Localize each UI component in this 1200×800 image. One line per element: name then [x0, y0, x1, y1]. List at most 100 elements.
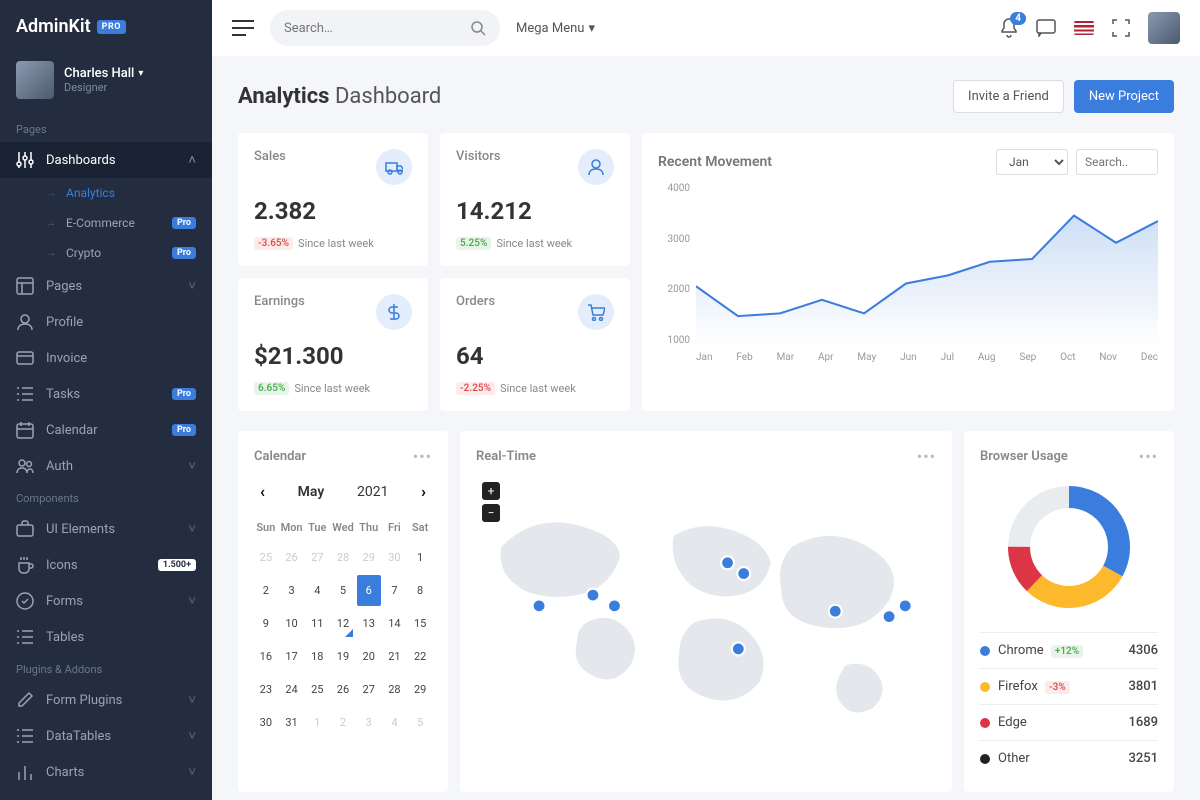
calendar-day[interactable]: 24 — [280, 674, 304, 705]
calendar-day[interactable]: 26 — [280, 542, 304, 573]
calendar-day[interactable]: 7 — [383, 575, 407, 606]
calendar-day[interactable]: 12 — [331, 608, 355, 639]
calendar-day[interactable]: 16 — [254, 641, 278, 672]
sidebar-item-invoice[interactable]: Invoice — [0, 340, 212, 376]
chevron-down-icon: ˅ — [188, 764, 196, 780]
user-avatar[interactable] — [1148, 12, 1180, 44]
calendar-day[interactable]: 28 — [383, 674, 407, 705]
calendar-day[interactable]: 4 — [383, 707, 407, 738]
sidebar-item-calendar[interactable]: CalendarPro — [0, 412, 212, 448]
calendar-icon — [16, 421, 34, 439]
search-input[interactable] — [270, 10, 500, 46]
calendar-day[interactable]: 29 — [357, 542, 381, 573]
calendar-day[interactable]: 2 — [331, 707, 355, 738]
sidebar-item-forms[interactable]: Forms˅ — [0, 583, 212, 619]
calendar-day[interactable]: 1 — [408, 542, 432, 573]
calendar-day[interactable]: 3 — [280, 575, 304, 606]
calendar-day[interactable]: 25 — [254, 542, 278, 573]
sidebar-item-pages[interactable]: Pages˅ — [0, 268, 212, 304]
browser-menu-icon[interactable]: ••• — [1139, 447, 1158, 466]
calendar-day[interactable]: 2 — [254, 575, 278, 606]
fullscreen-button[interactable] — [1112, 19, 1130, 37]
calendar-day[interactable]: 21 — [383, 641, 407, 672]
calendar-day[interactable]: 25 — [305, 674, 329, 705]
sidebar-item-auth[interactable]: Auth˅ — [0, 448, 212, 484]
calendar-day[interactable]: 15 — [408, 608, 432, 639]
world-map[interactable] — [476, 482, 936, 762]
color-dot-icon — [980, 646, 990, 656]
arrow-right-icon: → — [46, 188, 56, 199]
sidebar-subitem-crypto[interactable]: →CryptoPro — [0, 238, 212, 268]
calendar-day[interactable]: 22 — [408, 641, 432, 672]
calendar-day[interactable]: 31 — [280, 707, 304, 738]
calendar-day[interactable]: 28 — [331, 542, 355, 573]
mega-menu[interactable]: Mega Menu ▾ — [516, 21, 595, 36]
sidebar: AdminKit PRO Charles Hall▾ Designer Page… — [0, 0, 212, 800]
calendar-day[interactable]: 13 — [357, 608, 381, 639]
sidebar-item-dashboards[interactable]: Dashboards˄ — [0, 142, 212, 178]
stat-since: Since last week — [298, 237, 374, 250]
sidebar-item-datatables[interactable]: DataTables˅ — [0, 718, 212, 754]
calendar-day[interactable]: 30 — [383, 542, 407, 573]
calendar-day[interactable]: 10 — [280, 608, 304, 639]
truck-icon — [376, 149, 412, 185]
messages-button[interactable] — [1036, 19, 1056, 37]
calendar-day[interactable]: 9 — [254, 608, 278, 639]
calendar-next-button[interactable]: › — [421, 482, 426, 501]
sidebar-item-tables[interactable]: Tables — [0, 619, 212, 655]
browser-pct: +12% — [1051, 645, 1083, 658]
calendar-day[interactable]: 23 — [254, 674, 278, 705]
calendar-day[interactable]: 27 — [357, 674, 381, 705]
calendar-day[interactable]: 26 — [331, 674, 355, 705]
calendar-year: 2021 — [357, 484, 388, 500]
calendar-day[interactable]: 20 — [357, 641, 381, 672]
calendar-day[interactable]: 14 — [383, 608, 407, 639]
hamburger-icon[interactable] — [232, 20, 254, 36]
stat-value: 2.382 — [254, 197, 412, 225]
calendar-day[interactable]: 30 — [254, 707, 278, 738]
calendar-day[interactable]: 19 — [331, 641, 355, 672]
sidebar-item-charts[interactable]: Charts˅ — [0, 754, 212, 790]
sidebar-subitem-analytics[interactable]: →Analytics — [0, 178, 212, 208]
new-project-button[interactable]: New Project — [1074, 80, 1174, 113]
notifications-button[interactable]: 4 — [1000, 18, 1018, 38]
chevron-up-icon: ˄ — [188, 152, 196, 168]
page-header: Analytics Dashboard Invite a Friend New … — [238, 80, 1174, 113]
logo[interactable]: AdminKit PRO — [0, 0, 212, 53]
calendar-day[interactable]: 18 — [305, 641, 329, 672]
calendar-day[interactable]: 5 — [408, 707, 432, 738]
calendar-day[interactable]: 1 — [305, 707, 329, 738]
calendar-day[interactable]: 5 — [331, 575, 355, 606]
calendar-day[interactable]: 6 — [357, 575, 381, 606]
chart-search-input[interactable] — [1076, 149, 1158, 175]
chevron-down-icon: ˅ — [188, 278, 196, 294]
calendar-prev-button[interactable]: ‹ — [260, 482, 265, 501]
chevron-down-icon: ˅ — [188, 728, 196, 744]
invite-friend-button[interactable]: Invite a Friend — [953, 80, 1064, 113]
sidebar-subitem-e-commerce[interactable]: →E-CommercePro — [0, 208, 212, 238]
map-zoom-out-button[interactable]: − — [482, 504, 500, 522]
calendar-dow: Mon — [280, 515, 304, 540]
sidebar-item-ui-elements[interactable]: UI Elements˅ — [0, 511, 212, 547]
sidebar-user[interactable]: Charles Hall▾ Designer — [0, 53, 212, 115]
sidebar-item-profile[interactable]: Profile — [0, 304, 212, 340]
calendar-day[interactable]: 29 — [408, 674, 432, 705]
dollar-icon — [376, 294, 412, 330]
sidebar-item-tasks[interactable]: TasksPro — [0, 376, 212, 412]
stat-since: Since last week — [500, 382, 576, 395]
period-select[interactable]: Jan — [996, 149, 1068, 175]
calendar-day[interactable]: 4 — [305, 575, 329, 606]
calendar-day[interactable]: 3 — [357, 707, 381, 738]
calendar-day[interactable]: 27 — [305, 542, 329, 573]
language-flag-icon[interactable] — [1074, 21, 1094, 35]
browser-title: Browser Usage — [980, 449, 1068, 464]
calendar-day[interactable]: 8 — [408, 575, 432, 606]
calendar-day[interactable]: 17 — [280, 641, 304, 672]
calendar-day[interactable]: 11 — [305, 608, 329, 639]
sidebar-item-form-plugins[interactable]: Form Plugins˅ — [0, 682, 212, 718]
calendar-menu-icon[interactable]: ••• — [413, 447, 432, 466]
sidebar-item-icons[interactable]: Icons1.500+ — [0, 547, 212, 583]
map-zoom-in-button[interactable]: + — [482, 482, 500, 500]
realtime-menu-icon[interactable]: ••• — [917, 447, 936, 466]
browser-donut-chart — [1004, 482, 1134, 612]
